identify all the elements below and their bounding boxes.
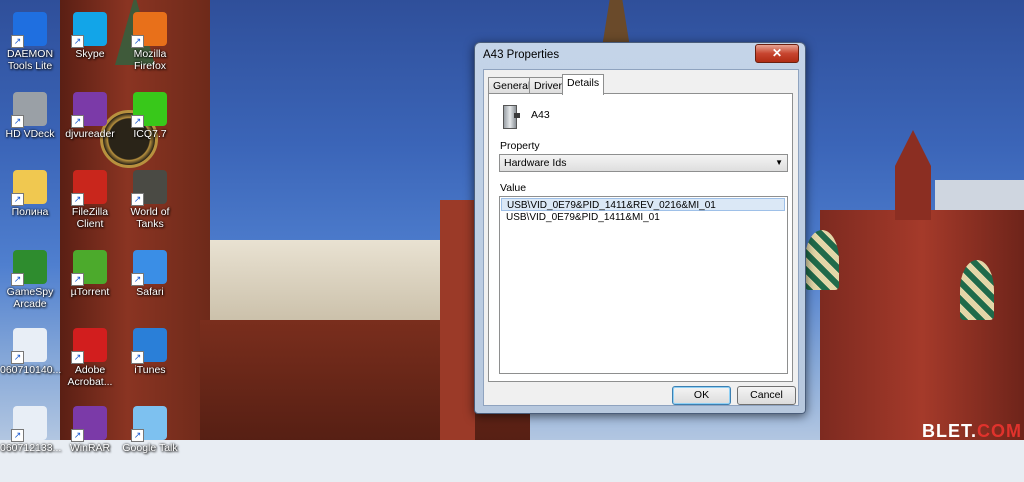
desktop-shortcut-label: iTunes [134, 364, 166, 376]
shortcut-arrow-icon: ↗ [131, 351, 144, 364]
djvureader-icon: ↗ [71, 92, 107, 128]
desktop-shortcut-label: Adobe Acrobat... [67, 364, 113, 388]
desktop-shortcut[interactable]: ↗ GameSpy Arcade [0, 250, 60, 310]
dialog-client-area: General Driver Details A43 Property Hard… [483, 69, 799, 406]
desktop-shortcut[interactable]: ↗ WinRAR [60, 406, 120, 454]
shortcut-arrow-icon: ↗ [131, 429, 144, 442]
firefox-icon: ↗ [131, 12, 167, 48]
3gpp-file-icon: ↗ [11, 406, 47, 442]
desktop-shortcut-label: Google Talk [122, 442, 178, 454]
desktop-shortcut-label: ICQ7.7 [133, 128, 167, 140]
desktop-shortcut[interactable]: ↗ Safari [120, 250, 180, 298]
desktop-shortcut[interactable]: ↗ µTorrent [60, 250, 120, 298]
desktop-shortcut-label: 060712133... [0, 442, 62, 454]
desktop-shortcut-label: Полина [11, 206, 49, 218]
wallpaper-dome [960, 260, 994, 320]
shortcut-arrow-icon: ↗ [11, 351, 24, 364]
shortcut-arrow-icon: ↗ [71, 273, 84, 286]
shortcut-arrow-icon: ↗ [71, 429, 84, 442]
tab-details[interactable]: Details [562, 74, 605, 95]
desktop-shortcut[interactable]: ↗ DAEMON Tools Lite [0, 12, 60, 72]
desktop-shortcut[interactable]: ↗ djvureader [60, 92, 120, 140]
folder-icon: ↗ [11, 170, 47, 206]
world-of-tanks-icon: ↗ [131, 170, 167, 206]
details-panel: A43 Property Hardware Ids ▼ Value USB\VI… [488, 93, 793, 382]
filezilla-icon: ↗ [71, 170, 107, 206]
desktop-shortcut-label: World of Tanks [130, 206, 170, 230]
desktop-shortcut[interactable]: ↗ Mozilla Firefox [120, 12, 180, 72]
desktop-shortcut-label: HD VDeck [5, 128, 55, 140]
hd-vdeck-icon: ↗ [11, 92, 47, 128]
desktop-shortcut[interactable]: ↗ Google Talk [120, 406, 180, 454]
wallpaper-buildings [210, 240, 470, 330]
itunes-icon: ↗ [131, 328, 167, 364]
desktop-shortcut-label: DAEMON Tools Lite [6, 48, 54, 72]
property-label: Property [500, 140, 540, 152]
device-name: A43 [531, 109, 550, 121]
shortcut-arrow-icon: ↗ [131, 115, 144, 128]
skype-icon: ↗ [71, 12, 107, 48]
shortcut-arrow-icon: ↗ [71, 193, 84, 206]
desktop-shortcut[interactable]: ↗ Adobe Acrobat... [60, 328, 120, 388]
properties-dialog: A43 Properties ✕ General Driver Details … [474, 42, 806, 414]
ok-button[interactable]: OK [672, 386, 731, 405]
google-talk-icon: ↗ [131, 406, 167, 442]
shortcut-arrow-icon: ↗ [131, 273, 144, 286]
gamespy-icon: ↗ [11, 250, 47, 286]
desktop-shortcut[interactable]: ↗ 060712133... [0, 406, 62, 454]
desktop-shortcut-label: FileZilla Client [71, 206, 109, 230]
shortcut-arrow-icon: ↗ [131, 35, 144, 48]
desktop-shortcut-label: WinRAR [69, 442, 111, 454]
desktop-shortcut[interactable]: ↗ Полина [0, 170, 60, 218]
property-selected-value: Hardware Ids [504, 157, 567, 169]
close-icon: ✕ [771, 46, 783, 60]
desktop-shortcut-label: Safari [136, 286, 164, 298]
usb-device-icon [501, 103, 521, 129]
shortcut-arrow-icon: ↗ [11, 429, 24, 442]
desktop-shortcut[interactable]: ↗ FileZilla Client [60, 170, 120, 230]
desktop-shortcut-label: Mozilla Firefox [133, 48, 167, 72]
wallpaper-dome [805, 230, 839, 290]
desktop-shortcut-label: µTorrent [70, 286, 110, 298]
list-item[interactable]: USB\VID_0E79&PID_1411&MI_01 [501, 211, 785, 224]
value-listbox[interactable]: USB\VID_0E79&PID_1411&REV_0216&MI_01 USB… [499, 196, 788, 374]
value-label: Value [500, 182, 527, 194]
desktop-shortcut-label: GameSpy Arcade [6, 286, 54, 310]
shortcut-arrow-icon: ↗ [71, 115, 84, 128]
shortcut-arrow-icon: ↗ [131, 193, 144, 206]
shortcut-arrow-icon: ↗ [11, 115, 24, 128]
chevron-down-icon: ▼ [775, 158, 783, 167]
shortcut-arrow-icon: ↗ [71, 35, 84, 48]
desktop-shortcut[interactable]: ↗ ICQ7.7 [120, 92, 180, 140]
dialog-titlebar[interactable]: A43 Properties ✕ [475, 43, 805, 69]
safari-icon: ↗ [131, 250, 167, 286]
desktop-shortcut[interactable]: ↗ iTunes [120, 328, 180, 376]
desktop-shortcut[interactable]: ↗ World of Tanks [120, 170, 180, 230]
property-dropdown[interactable]: Hardware Ids ▼ [499, 154, 788, 172]
shortcut-arrow-icon: ↗ [11, 35, 24, 48]
shortcut-arrow-icon: ↗ [11, 273, 24, 286]
shortcut-arrow-icon: ↗ [11, 193, 24, 206]
desktop-shortcut[interactable]: ↗ Skype [60, 12, 120, 60]
close-button[interactable]: ✕ [755, 44, 799, 63]
icq-icon: ↗ [131, 92, 167, 128]
desktop-shortcut[interactable]: ↗ HD VDeck [0, 92, 60, 140]
watermark: BLET.COM [921, 421, 1022, 441]
cancel-button[interactable]: Cancel [737, 386, 796, 405]
dialog-title: A43 Properties [483, 49, 560, 61]
desktop-shortcut-label: djvureader [65, 128, 115, 140]
daemon-tools-icon: ↗ [11, 12, 47, 48]
utorrent-icon: ↗ [71, 250, 107, 286]
desktop-shortcut-label: 060710140... [0, 364, 62, 376]
adobe-acrobat-icon: ↗ [71, 328, 107, 364]
desktop-shortcut[interactable]: ↗ 060710140... [0, 328, 62, 376]
shortcut-arrow-icon: ↗ [71, 351, 84, 364]
list-item[interactable]: USB\VID_0E79&PID_1411&REV_0216&MI_01 [501, 198, 785, 211]
winrar-icon: ↗ [71, 406, 107, 442]
desktop-shortcut-label: Skype [75, 48, 105, 60]
wallpaper-cathedral [820, 130, 1024, 450]
3gpp-file-icon: ↗ [11, 328, 47, 364]
